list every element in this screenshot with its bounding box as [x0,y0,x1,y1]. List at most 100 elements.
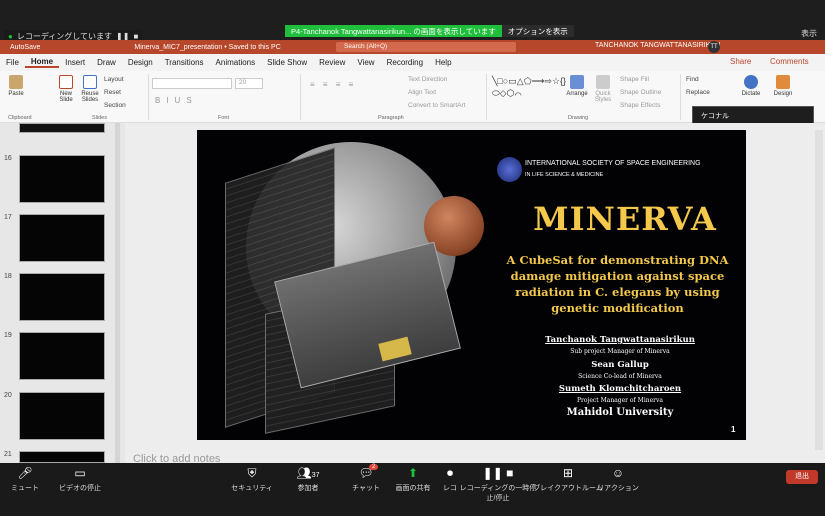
avatar[interactable]: TT [708,41,720,53]
slide-thumbnail-17[interactable] [19,214,105,262]
tooltip: ケコナル [692,106,814,124]
group-label-paragraph: Paragraph [378,115,404,121]
thumbnail-scrollbar[interactable] [115,123,120,463]
paste-button[interactable]: Paste [4,75,28,97]
tab-insert[interactable]: Insert [59,58,91,67]
group-label-font: Font [218,115,230,121]
tab-view[interactable]: View [351,58,380,67]
mute-label: ミュート [11,485,39,492]
new-slide-label: New Slide [59,91,73,103]
designer-label: Design [773,91,793,97]
pause-stop-icon: ❚❚ ■ [482,466,514,480]
video-label: ビデオの停止 [59,485,101,492]
slide-number: 19 [4,332,12,339]
find-button[interactable]: Find [686,76,699,83]
dictate-label: Dictate [741,91,761,97]
options-button[interactable]: オプションを表示 [501,25,574,37]
video-button[interactable]: ▭ ビデオの停止 [45,466,115,493]
shape-fill-button[interactable]: Shape Fill [620,76,649,83]
designer-button[interactable]: Design [768,75,798,97]
reset-button[interactable]: Reset [104,89,121,96]
tab-recording[interactable]: Recording [381,58,429,67]
group-label-slides: Slides [92,115,107,121]
tab-help[interactable]: Help [429,58,457,67]
ribbon-divider [680,74,681,120]
user-name: TANCHANOK TANGWATTANASIRIKUN [595,42,721,49]
share-status-text: P4-Tanchanok Tangwattanasirikun... の画面を表… [285,25,502,37]
convert-smartart-button[interactable]: Convert to SmartArt [408,102,465,109]
align-text-button[interactable]: Align Text [408,89,436,96]
clipboard-icon [9,75,23,89]
arrange-button[interactable]: Arrange [563,75,591,97]
slide-thumbnail-19[interactable] [19,332,105,380]
document-title: Minerva_MIC7_presentation • Saved to thi… [134,43,281,51]
text-direction-button[interactable]: Text Direction [408,76,447,83]
slide-thumbnail-18[interactable] [19,273,105,321]
paragraph-buttons[interactable]: ≡ ≡ ≡ ≡ [310,80,356,89]
microphone-icon [744,75,758,89]
ribbon-divider [148,74,149,120]
layout-button[interactable]: Layout [104,76,124,83]
replace-button[interactable]: Replace [686,89,710,96]
shapes-gallery[interactable]: ╲□○▭△⬠⟶⇨☆{}⬭◇⬡⌒ [492,75,566,113]
author-name: Sumeth Klomchitcharoen [558,384,682,394]
pause-record-button[interactable]: ❚❚ ■ レコーディングの一時停止/停止 [458,466,538,503]
subtitle-line: genetic modification [551,301,684,315]
tab-home[interactable]: Home [24,57,60,68]
slide-thumbnail-20[interactable] [19,392,105,440]
author-role: Science Co-lead of Minerva [578,373,662,380]
slide-page-number: 1 [731,425,736,434]
pause-record-label: レコーディングの一時停止/停止 [459,485,537,502]
security-label: セキュリティ [231,485,273,492]
comments-button[interactable]: Comments [770,57,809,66]
smiley-plus-icon: ☺ [611,466,625,480]
shape-outline-button[interactable]: Shape Outline [620,89,661,96]
tab-design[interactable]: Design [122,58,159,67]
dictate-button[interactable]: Dictate [738,75,764,97]
security-button[interactable]: ⛨ セキュリティ [222,466,282,493]
reuse-slides-icon [83,75,97,89]
share-button[interactable]: Share [730,57,751,66]
font-size-select[interactable]: 20 [235,78,263,89]
view-button[interactable]: 表示 [801,28,817,39]
author-role: Project Manager of Minerva [577,397,663,404]
tab-animations[interactable]: Animations [210,58,262,67]
new-slide-button[interactable]: New Slide [55,75,77,103]
autosave-label[interactable]: AutoSave [10,44,40,51]
tab-review[interactable]: Review [313,58,351,67]
chat-badge: 2 [369,464,379,470]
tab-slide-show[interactable]: Slide Show [261,58,313,67]
ribbon-divider [486,74,487,120]
quick-styles-label: Quick Styles [594,91,612,103]
slide-thumbnail-15[interactable] [19,123,105,133]
designer-icon [776,75,790,89]
end-button[interactable]: 退出 [786,470,818,484]
tab-transitions[interactable]: Transitions [159,58,210,67]
participants-button[interactable]: 👥︎37 参加者 [278,466,338,493]
tab-file[interactable]: File [0,58,25,67]
quick-styles-icon [596,75,610,89]
tab-draw[interactable]: Draw [91,58,122,67]
org-subtitle: IN LIFE SCIENCE & MEDICINE [525,172,604,178]
font-format-buttons[interactable]: BIUS [155,96,198,105]
record-label: レコ [443,485,457,492]
reuse-slides-button[interactable]: Reuse Slides [79,75,101,103]
group-label-drawing: Drawing [568,115,589,121]
reactions-button[interactable]: ☺ リアクション [588,466,648,493]
search-input[interactable]: Search (Alt+Q) [336,42,516,52]
quick-styles-button[interactable]: Quick Styles [590,75,616,103]
font-name-select[interactable] [152,78,232,89]
reuse-slides-label: Reuse Slides [81,91,99,103]
slide-thumbnail-21[interactable] [19,451,105,463]
slide-number: 18 [4,273,12,280]
author-name: Tanchanok Tangwattanasirikun [545,335,695,345]
subtitle-line: radiation in C. elegans by using [515,285,720,299]
editor-scrollbar[interactable] [815,130,823,450]
slide-thumbnail-16[interactable] [19,155,105,203]
arrange-icon [570,75,584,89]
shape-effects-button[interactable]: Shape Effects [620,102,660,109]
isse-logo [497,157,522,182]
section-button[interactable]: Section [104,102,126,109]
reactions-label: リアクション [597,485,639,492]
paste-label: Paste [8,91,24,97]
